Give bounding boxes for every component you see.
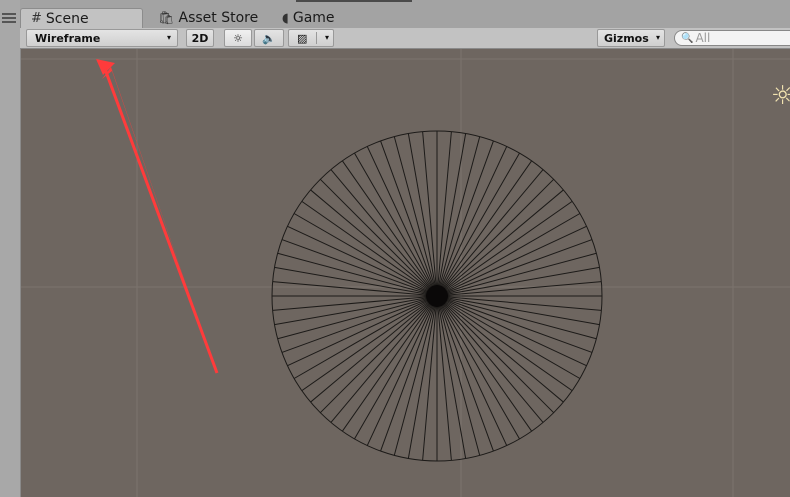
image-icon: ▨: [297, 31, 308, 45]
wireframe-spoke: [277, 252, 438, 297]
directional-light-sun-icon[interactable]: ☼: [771, 83, 790, 109]
tab-label: Scene: [45, 10, 89, 27]
caret-down-icon: ▾: [655, 33, 660, 42]
wireframe-spoke: [436, 281, 602, 297]
tab-bar-divider: [296, 0, 412, 2]
wireframe-spoke: [272, 281, 438, 297]
search-icon: 🔍: [681, 32, 694, 44]
wireframe-spoke: [436, 295, 587, 367]
wireframe-spoke: [436, 295, 452, 461]
panel-menu-icon[interactable]: [2, 13, 16, 23]
grid-icon: #: [31, 11, 42, 26]
wireframe-spoke: [436, 131, 452, 297]
sun-icon: ☼: [233, 31, 243, 45]
draw-mode-dropdown[interactable]: Wireframe ▾: [26, 29, 178, 47]
scene-viewport[interactable]: ☼: [21, 49, 790, 497]
scene-search-input[interactable]: 🔍 All: [674, 30, 790, 46]
store-icon: 🛍: [158, 10, 175, 26]
gizmos-label: Gizmos: [604, 31, 649, 45]
wireframe-spoke: [393, 136, 438, 297]
wireframe-spoke: [366, 146, 438, 297]
audio-toggle-button[interactable]: 🔈: [254, 29, 284, 47]
search-placeholder: All: [695, 31, 711, 45]
2d-label: 2D: [191, 31, 209, 45]
dropdown-separator: [316, 32, 317, 44]
wireframe-spoke: [366, 295, 438, 446]
tab-asset-store[interactable]: 🛍 Asset Store: [158, 8, 258, 28]
scene-canvas: [21, 49, 790, 497]
scene-toolbar: Wireframe ▾ 2D ☼ 🔈 ▨ ▾ Gizmos ▾ 🔍 All: [20, 28, 790, 49]
gizmos-dropdown[interactable]: Gizmos ▾: [597, 29, 665, 47]
tab-scene[interactable]: # Scene: [20, 8, 143, 28]
wireframe-spoke: [422, 131, 438, 297]
wireframe-spoke: [436, 295, 481, 456]
grid-lines: [21, 49, 790, 497]
2d-toggle-button[interactable]: 2D: [186, 29, 214, 47]
wireframe-spoke: [422, 295, 438, 461]
speaker-icon: 🔈: [262, 31, 276, 45]
tab-label: Game: [292, 10, 335, 26]
wireframe-spoke: [272, 295, 438, 311]
wireframe-spoke: [287, 295, 438, 367]
wireframe-spoke: [277, 295, 438, 340]
disc-center: [426, 285, 448, 307]
draw-mode-label: Wireframe: [35, 31, 101, 45]
wireframe-spoke: [393, 295, 438, 456]
game-pacman-icon: ◖: [282, 10, 289, 26]
wireframe-spoke: [287, 225, 438, 297]
caret-down-icon: ▾: [166, 33, 171, 42]
lighting-toggle-button[interactable]: ☼: [224, 29, 252, 47]
tab-label: Asset Store: [178, 10, 259, 26]
caret-down-icon: ▾: [324, 33, 329, 42]
wireframe-spoke: [436, 136, 481, 297]
wireframe-spoke: [436, 295, 508, 446]
wireframe-spoke: [436, 225, 587, 297]
left-panel-strip: [0, 0, 21, 497]
effects-dropdown-button[interactable]: ▨ ▾: [288, 29, 334, 47]
tab-game[interactable]: ◖ Game: [282, 8, 335, 28]
unity-editor-window: # Scene 🛍 Asset Store ◖ Game Wireframe ▾…: [0, 0, 790, 497]
wireframe-spoke: [436, 295, 602, 311]
tab-bar: # Scene 🛍 Asset Store ◖ Game: [20, 0, 790, 28]
wireframe-spoke: [436, 146, 508, 297]
red-annotation-arrow: [96, 59, 219, 374]
